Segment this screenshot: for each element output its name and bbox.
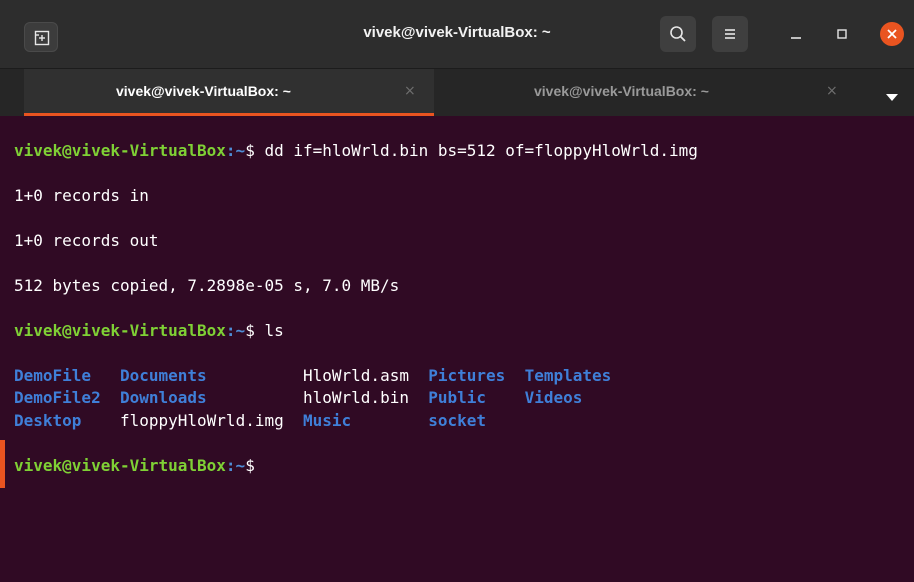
prompt-line: vivek@vivek-VirtualBox:~$ — [14, 455, 914, 478]
prompt-user: vivek@vivek-VirtualBox — [14, 140, 226, 160]
directory-entry: socket — [428, 410, 487, 430]
tab-terminal-1[interactable]: vivek@vivek-VirtualBox: ~ × — [24, 69, 434, 116]
search-button[interactable] — [660, 16, 696, 52]
ls-output: DemoFile Documents HloWrld.asm Pictures … — [14, 365, 914, 433]
tab-label: vivek@vivek-VirtualBox: ~ — [534, 83, 709, 99]
search-icon — [670, 26, 686, 42]
prompt-symbol: $ — [245, 320, 255, 340]
prompt-path: :~ — [225, 455, 246, 475]
prompt-user: vivek@vivek-VirtualBox — [14, 455, 226, 475]
minimize-icon — [791, 37, 801, 39]
directory-entry: Templates — [524, 365, 612, 385]
tab-close-icon[interactable]: × — [404, 83, 416, 99]
tab-close-icon[interactable]: × — [826, 83, 838, 99]
directory-entry: Pictures — [428, 365, 506, 385]
maximize-button[interactable] — [830, 22, 854, 46]
directory-entry: Desktop — [14, 410, 82, 430]
title-bar[interactable]: vivek@vivek-VirtualBox: ~ — [0, 0, 914, 68]
file-entry: hloWrld.bin — [303, 388, 409, 407]
directory-entry: DemoFile2 — [14, 388, 101, 407]
prompt-line: vivek@vivek-VirtualBox:~$ dd if=hloWrld.… — [14, 140, 914, 163]
close-icon — [887, 29, 897, 39]
ls-row: DemoFile2 Downloads hloWrld.bin Public V… — [14, 387, 914, 410]
ls-row: DemoFile Documents HloWrld.asm Pictures … — [14, 365, 914, 388]
chevron-down-icon — [886, 94, 898, 101]
directory-entry: Music — [303, 410, 352, 430]
directory-entry: Downloads — [119, 388, 207, 407]
prompt-line: vivek@vivek-VirtualBox:~$ ls — [14, 320, 914, 343]
tab-terminal-2[interactable]: vivek@vivek-VirtualBox: ~ × — [434, 69, 870, 116]
hamburger-menu-icon — [725, 29, 735, 39]
prompt-user: vivek@vivek-VirtualBox — [14, 320, 226, 340]
tab-label: vivek@vivek-VirtualBox: ~ — [116, 83, 291, 99]
command-text: dd if=hloWrld.bin bs=512 of=floppyHloWrl… — [254, 140, 698, 160]
command-text: ls — [254, 320, 284, 340]
output-line: 512 bytes copied, 7.2898e-05 s, 7.0 MB/s — [14, 275, 400, 295]
output-line: 1+0 records in — [14, 185, 149, 205]
prompt-symbol: $ — [245, 455, 255, 475]
prompt-symbol: $ — [245, 140, 255, 160]
window-edge-accent — [0, 440, 5, 488]
directory-entry: Public — [428, 388, 487, 407]
prompt-path: :~ — [225, 320, 246, 340]
terminal-output[interactable]: vivek@vivek-VirtualBox:~$ dd if=hloWrld.… — [0, 117, 914, 582]
ls-row: Desktop floppyHloWrld.img Music socket — [14, 410, 914, 433]
prompt-path: :~ — [225, 140, 246, 160]
file-entry: floppyHloWrld.img — [119, 410, 284, 430]
directory-entry: Documents — [119, 365, 207, 385]
terminal-window: vivek@vivek-VirtualBox: ~ vivek@vivek-Vi… — [0, 0, 914, 582]
close-button[interactable] — [880, 22, 904, 46]
window-title: vivek@vivek-VirtualBox: ~ — [363, 24, 551, 41]
output-line: 1+0 records out — [14, 230, 159, 250]
directory-entry: Videos — [524, 388, 583, 407]
menu-button[interactable] — [712, 16, 748, 52]
minimize-button[interactable] — [784, 22, 808, 46]
file-entry: HloWrld.asm — [303, 365, 409, 385]
tab-list-dropdown[interactable] — [886, 87, 898, 106]
maximize-icon — [837, 29, 847, 39]
tab-bar: vivek@vivek-VirtualBox: ~ × vivek@vivek-… — [0, 68, 914, 116]
directory-entry: DemoFile — [14, 365, 92, 385]
active-tab-indicator — [24, 113, 434, 116]
